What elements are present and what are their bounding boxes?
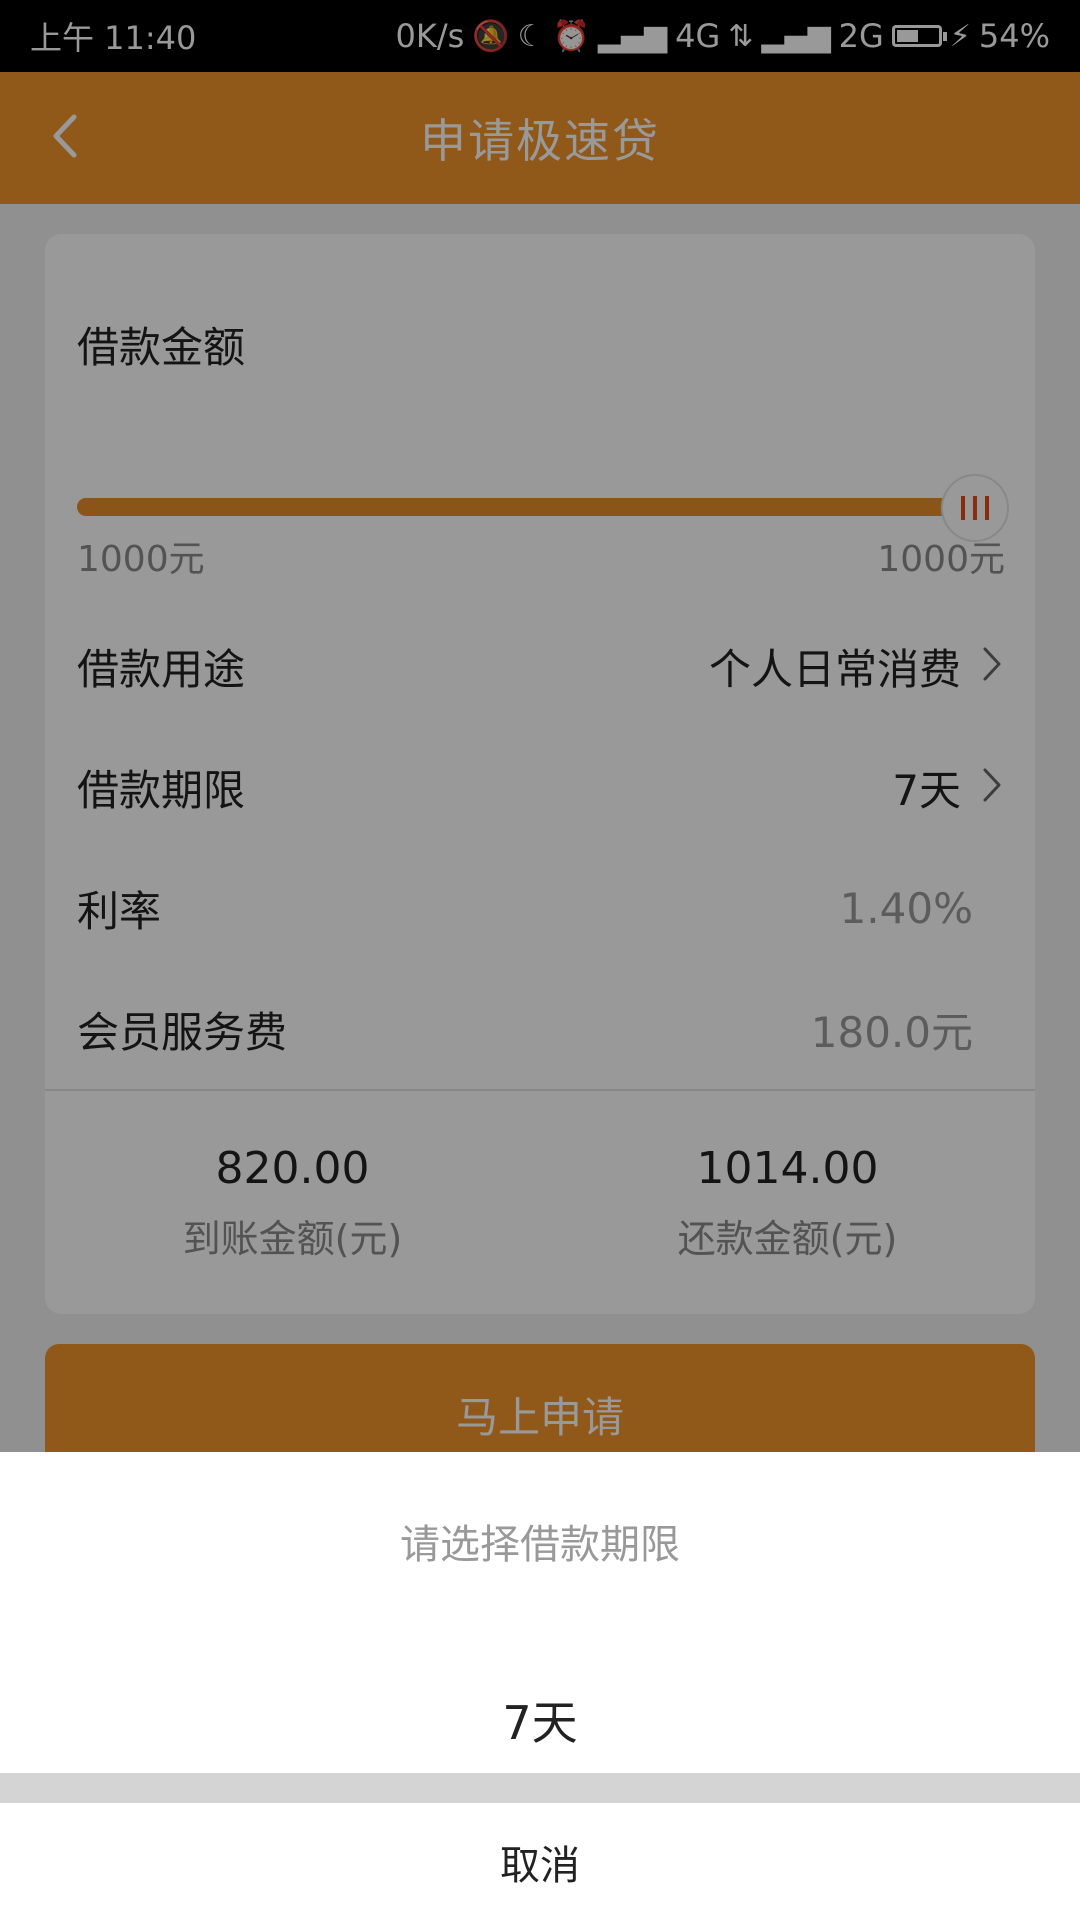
- sheet-separator: [0, 1773, 1080, 1803]
- screen: 上午 11:40 0K/s 🔕 ☾ ⏰ ▂▄▆ 4G ⇅ ▂▄▆ 2G ⚡ 54…: [0, 0, 1080, 1920]
- term-option-7-days[interactable]: 7天: [0, 1672, 1080, 1768]
- sheet-title: 请选择借款期限: [400, 1522, 680, 1568]
- cancel-button[interactable]: 取消: [0, 1803, 1080, 1920]
- term-picker-sheet: 请选择借款期限 7天 取消: [0, 1452, 1080, 1920]
